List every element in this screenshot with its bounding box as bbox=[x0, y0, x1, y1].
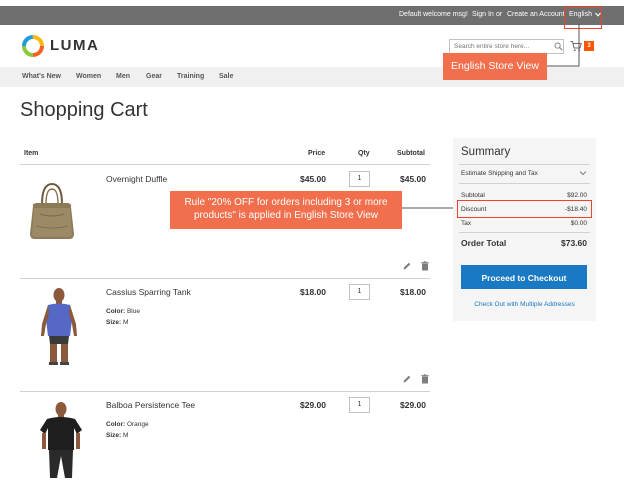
summary-divider bbox=[459, 183, 590, 184]
product-image-tee[interactable] bbox=[38, 400, 84, 480]
chevron-down-icon[interactable] bbox=[579, 169, 587, 177]
qty-input-3[interactable]: 1 bbox=[349, 397, 370, 413]
row-divider bbox=[20, 278, 430, 279]
page-title: Shopping Cart bbox=[20, 99, 148, 121]
size-value: M bbox=[122, 432, 129, 439]
logo-text[interactable]: LUMA bbox=[50, 37, 99, 54]
discount-highlight-box bbox=[457, 200, 592, 218]
luma-logo-icon[interactable] bbox=[22, 35, 44, 57]
rule-connector bbox=[400, 207, 458, 209]
product-color-3: Color: Orange bbox=[106, 421, 149, 428]
product-subtotal-3: $29.00 bbox=[400, 400, 426, 410]
column-header-qty: Qty bbox=[358, 150, 370, 157]
cart-count-badge[interactable]: 3 bbox=[584, 41, 594, 51]
sign-in-link[interactable]: Sign In bbox=[472, 11, 494, 18]
row-divider bbox=[20, 391, 430, 392]
edit-icon[interactable] bbox=[402, 374, 412, 384]
size-label: Size: bbox=[106, 432, 122, 439]
color-value: Blue bbox=[126, 308, 140, 315]
estimate-shipping-toggle[interactable]: Estimate Shipping and Tax bbox=[461, 170, 538, 177]
product-color-2: Color: Blue bbox=[106, 308, 140, 315]
trash-icon[interactable] bbox=[420, 261, 430, 271]
create-account-link[interactable]: Create an Account bbox=[507, 11, 565, 18]
column-header-subtotal: Subtotal bbox=[397, 150, 425, 157]
edit-icon[interactable] bbox=[402, 261, 412, 271]
summary-divider bbox=[459, 164, 590, 165]
discount-rule-callout: Rule "20% OFF for orders including 3 or … bbox=[170, 191, 402, 229]
qty-input-2[interactable]: 1 bbox=[349, 284, 370, 300]
subtotal-value: $92.00 bbox=[567, 192, 587, 199]
summary-title: Summary bbox=[461, 146, 511, 158]
column-header-price: Price bbox=[308, 150, 326, 157]
product-subtotal-2: $18.00 bbox=[400, 287, 426, 297]
product-subtotal-1: $45.00 bbox=[400, 174, 426, 184]
trash-icon[interactable] bbox=[420, 374, 430, 384]
store-view-callout: English Store View bbox=[443, 53, 547, 80]
rule-text-line-1: Rule "20% OFF for orders including 3 or … bbox=[184, 197, 388, 208]
top-bar: Default welcome msg! Sign In or Create a… bbox=[0, 6, 624, 29]
product-image-tank[interactable] bbox=[34, 286, 84, 366]
product-image-duffle[interactable] bbox=[28, 180, 76, 244]
size-value: M bbox=[122, 319, 129, 326]
qty-input-1[interactable]: 1 bbox=[349, 171, 370, 187]
product-name-1[interactable]: Overnight Duffle bbox=[106, 174, 167, 184]
rule-text-line-2: products" is applied in English Store Vi… bbox=[193, 210, 379, 221]
size-label: Size: bbox=[106, 319, 122, 326]
product-size-2: Size: M bbox=[106, 319, 128, 326]
header-divider bbox=[20, 164, 430, 165]
nav-item-men[interactable]: Men bbox=[116, 73, 130, 80]
color-label: Color: bbox=[106, 421, 126, 428]
proceed-to-checkout-button[interactable]: Proceed to Checkout bbox=[461, 265, 587, 289]
product-name-3[interactable]: Balboa Persistence Tee bbox=[106, 400, 195, 410]
order-summary: Summary Estimate Shipping and Tax Subtot… bbox=[453, 138, 596, 321]
product-name-2[interactable]: Cassius Sparring Tank bbox=[106, 287, 191, 297]
product-size-3: Size: M bbox=[106, 432, 128, 439]
nav-item-women[interactable]: Women bbox=[76, 73, 101, 80]
column-header-item: Item bbox=[24, 150, 39, 157]
order-total-label: Order Total bbox=[461, 238, 507, 248]
tax-value: $0.00 bbox=[570, 220, 587, 227]
nav-item-gear[interactable]: Gear bbox=[146, 73, 162, 80]
multi-address-checkout-link[interactable]: Check Out with Multiple Addresses bbox=[453, 301, 596, 308]
product-price-1: $45.00 bbox=[300, 174, 326, 184]
tax-label: Tax bbox=[461, 220, 472, 227]
welcome-message: Default welcome msg! bbox=[399, 11, 468, 18]
color-value: Orange bbox=[126, 421, 149, 428]
or-text: or bbox=[496, 11, 503, 18]
subtotal-label: Subtotal bbox=[461, 192, 485, 199]
product-price-2: $18.00 bbox=[300, 287, 326, 297]
nav-item-training[interactable]: Training bbox=[177, 73, 204, 80]
product-price-3: $29.00 bbox=[300, 400, 326, 410]
nav-item-sale[interactable]: Sale bbox=[219, 73, 233, 80]
order-total-value: $73.60 bbox=[561, 238, 587, 248]
color-label: Color: bbox=[106, 308, 126, 315]
nav-item-whats-new[interactable]: What's New bbox=[22, 73, 61, 80]
summary-divider bbox=[459, 232, 590, 233]
